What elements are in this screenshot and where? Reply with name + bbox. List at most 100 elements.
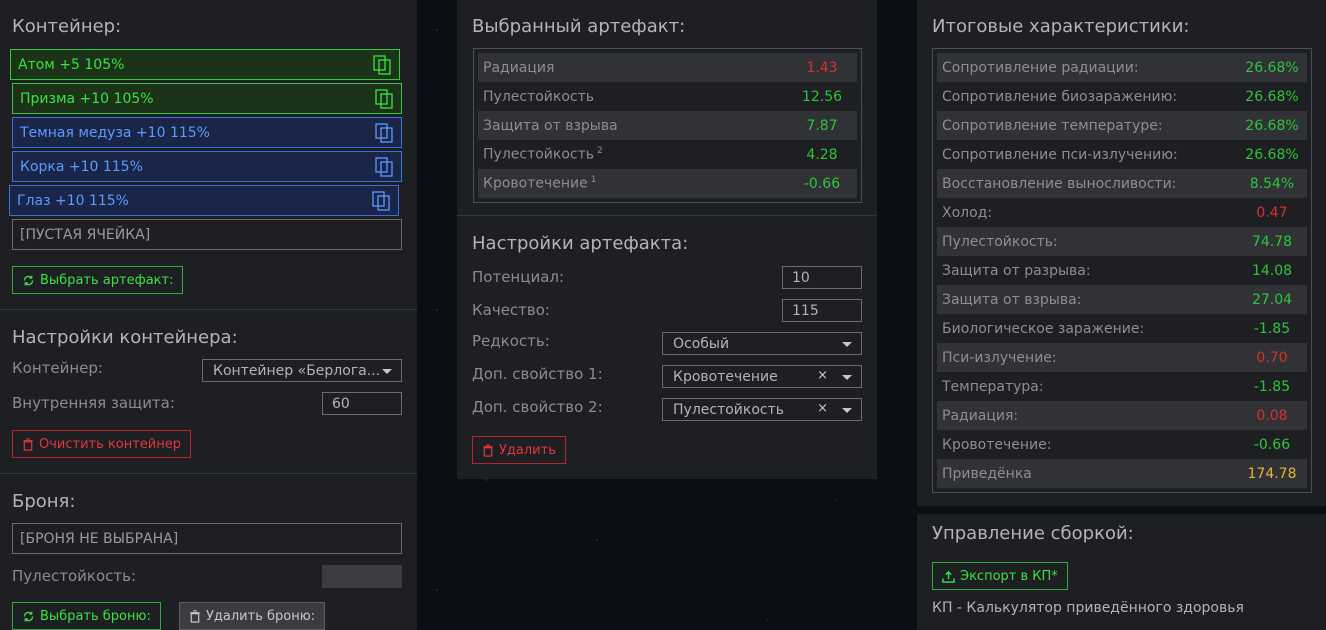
potential-label: Потенциал:	[472, 268, 565, 286]
clear-icon[interactable]: ×	[817, 368, 828, 383]
chevron-down-icon	[382, 369, 392, 374]
armor-bulletproof-label: Пулестойкость:	[12, 567, 136, 585]
stat-name-text: Сопротивление температуре:	[942, 117, 1163, 134]
container-label: Контейнер:	[12, 359, 103, 377]
stat-name-text: Сопротивление пси-излучению:	[942, 146, 1178, 163]
stat-name: Радиация:	[942, 408, 1018, 424]
stat-row: Сопротивление температуре: 26.68%	[937, 111, 1307, 140]
rarity-label: Редкость:	[472, 332, 550, 350]
delete-armor-button[interactable]: Удалить броню:	[179, 602, 326, 630]
container-slot[interactable]: Атом +5 105%	[10, 49, 400, 80]
stat-value: 0.70	[1256, 349, 1288, 366]
stat-name-text: Радиация	[483, 59, 555, 76]
choose-armor-button[interactable]: Выбрать броню:	[12, 602, 161, 630]
potential-input[interactable]: 10	[782, 266, 862, 289]
stat-value: -0.66	[1253, 436, 1291, 453]
export-button[interactable]: Экспорт в КП*	[932, 562, 1068, 590]
stat-footnote-mark: 1	[590, 175, 597, 186]
delete-armor-label: Удалить броню:	[206, 608, 316, 624]
container-select[interactable]: Контейнер «Берлога...	[202, 359, 402, 382]
stat-value: 26.68%	[1245, 117, 1299, 134]
stat-row: Пулестойкость 12.56	[478, 82, 857, 111]
stat-name-text: Пси-излучение:	[942, 349, 1057, 366]
selected-artifact-title: Выбранный артефакт:	[472, 16, 686, 37]
container-slot[interactable]: Корка +10 115%	[12, 151, 402, 182]
stat-row: Радиация: 0.08	[937, 401, 1307, 430]
stat-row: Защита от взрыва: 27.04	[937, 285, 1307, 314]
stat-value: 0.47	[1256, 204, 1288, 221]
copy-icon[interactable]	[375, 123, 393, 143]
delete-artifact-button[interactable]: Удалить	[472, 436, 566, 464]
stat-name-text: Восстановление выносливости:	[942, 175, 1177, 192]
trash-icon	[483, 443, 493, 457]
stat-name-text: Защита от взрыва:	[942, 291, 1082, 308]
stat-value: 174.78	[1247, 465, 1297, 482]
stat-name-text: Температура:	[942, 378, 1044, 395]
stat-name-text: Радиация:	[942, 407, 1019, 424]
extra2-select[interactable]: Пулестойкость ×	[662, 398, 862, 421]
stat-name-text: Пулестойкость:	[942, 233, 1058, 250]
stat-name-text: Приведёнка	[942, 465, 1032, 482]
rarity-select[interactable]: Особый	[662, 332, 862, 355]
stat-value: -0.66	[803, 175, 841, 192]
stat-name: Холод:	[942, 205, 992, 221]
choose-armor-label: Выбрать броню:	[40, 608, 151, 624]
stat-name-text: Холод:	[942, 204, 993, 221]
extra2-select-value: Пулестойкость	[673, 401, 785, 418]
copy-icon[interactable]	[375, 89, 393, 109]
stat-row: Защита от разрыва: 14.08	[937, 256, 1307, 285]
upload-icon	[942, 570, 955, 583]
stat-value: 1.43	[806, 59, 838, 76]
stat-name: Сопротивление пси-излучению:	[942, 147, 1178, 163]
stat-name: Кровотечение 1	[483, 175, 596, 192]
protection-input[interactable]: 60	[322, 392, 402, 415]
container-slot-label: [ПУСТАЯ ЯЧЕЙКА]	[20, 226, 151, 243]
stat-name: Пулестойкость 2	[483, 146, 603, 163]
refresh-icon	[23, 275, 34, 285]
stat-name: Биологическое заражение:	[942, 321, 1144, 337]
stat-row: Приведёнка 174.78	[937, 459, 1307, 488]
container-slot[interactable]: Глаз +10 115%	[9, 185, 399, 216]
build-title: Управление сборкой:	[932, 523, 1134, 544]
protection-label: Внутренняя защита:	[12, 394, 175, 412]
quality-input[interactable]: 115	[782, 299, 862, 322]
stat-name: Радиация	[483, 60, 554, 76]
copy-icon[interactable]	[375, 157, 393, 177]
armor-slot[interactable]: [БРОНЯ НЕ ВЫБРАНА]	[12, 523, 402, 554]
extra2-label: Доп. свойство 2:	[472, 398, 603, 416]
stat-name-text: Сопротивление биозаражению:	[942, 88, 1178, 105]
stat-row: Сопротивление пси-излучению: 26.68%	[937, 140, 1307, 169]
stat-name-text: Биологическое заражение:	[942, 320, 1145, 337]
chevron-down-icon	[842, 342, 852, 347]
stat-value: 4.28	[806, 146, 838, 163]
divider	[457, 215, 877, 216]
copy-icon[interactable]	[372, 191, 390, 211]
stat-value: 27.04	[1251, 291, 1293, 308]
stat-row: Восстановление выносливости: 8.54%	[937, 169, 1307, 198]
stat-name: Сопротивление радиации:	[942, 60, 1139, 76]
extra1-select[interactable]: Кровотечение ×	[662, 365, 862, 388]
clear-container-button[interactable]: Очистить контейнер	[12, 430, 191, 458]
stat-value: 74.78	[1251, 233, 1293, 250]
stat-name: Защита от взрыва:	[942, 292, 1081, 308]
chevron-down-icon	[842, 375, 852, 380]
container-slot[interactable]: Призма +10 105%	[12, 83, 402, 114]
stat-name: Защита от взрыва	[483, 118, 618, 134]
container-slot[interactable]: Темная медуза +10 115%	[12, 117, 402, 148]
extra1-label: Доп. свойство 1:	[472, 365, 603, 383]
totals-panel: Итоговые характеристики: Сопротивление р…	[917, 0, 1326, 630]
artifact-settings-title: Настройки артефакта:	[472, 233, 689, 254]
stat-row: Сопротивление биозаражению: 26.68%	[937, 82, 1307, 111]
chevron-down-icon	[842, 408, 852, 413]
copy-icon[interactable]	[373, 55, 391, 75]
clear-icon[interactable]: ×	[817, 401, 828, 416]
artifact-stats-table: Радиация 1.43 Пулестойкость 12.56 Защита от …	[473, 48, 862, 203]
stat-row: Температура: -1.85	[937, 372, 1307, 401]
container-slot[interactable]: [ПУСТАЯ ЯЧЕЙКА]	[12, 219, 402, 250]
stat-value: 26.68%	[1245, 146, 1299, 163]
choose-artifact-label: Выбрать артефакт:	[40, 272, 174, 288]
trash-icon	[190, 609, 200, 623]
choose-artifact-button[interactable]: Выбрать артефакт:	[12, 266, 184, 294]
stat-name-text: Защита от разрыва:	[942, 262, 1091, 279]
stat-value: 26.68%	[1245, 59, 1299, 76]
